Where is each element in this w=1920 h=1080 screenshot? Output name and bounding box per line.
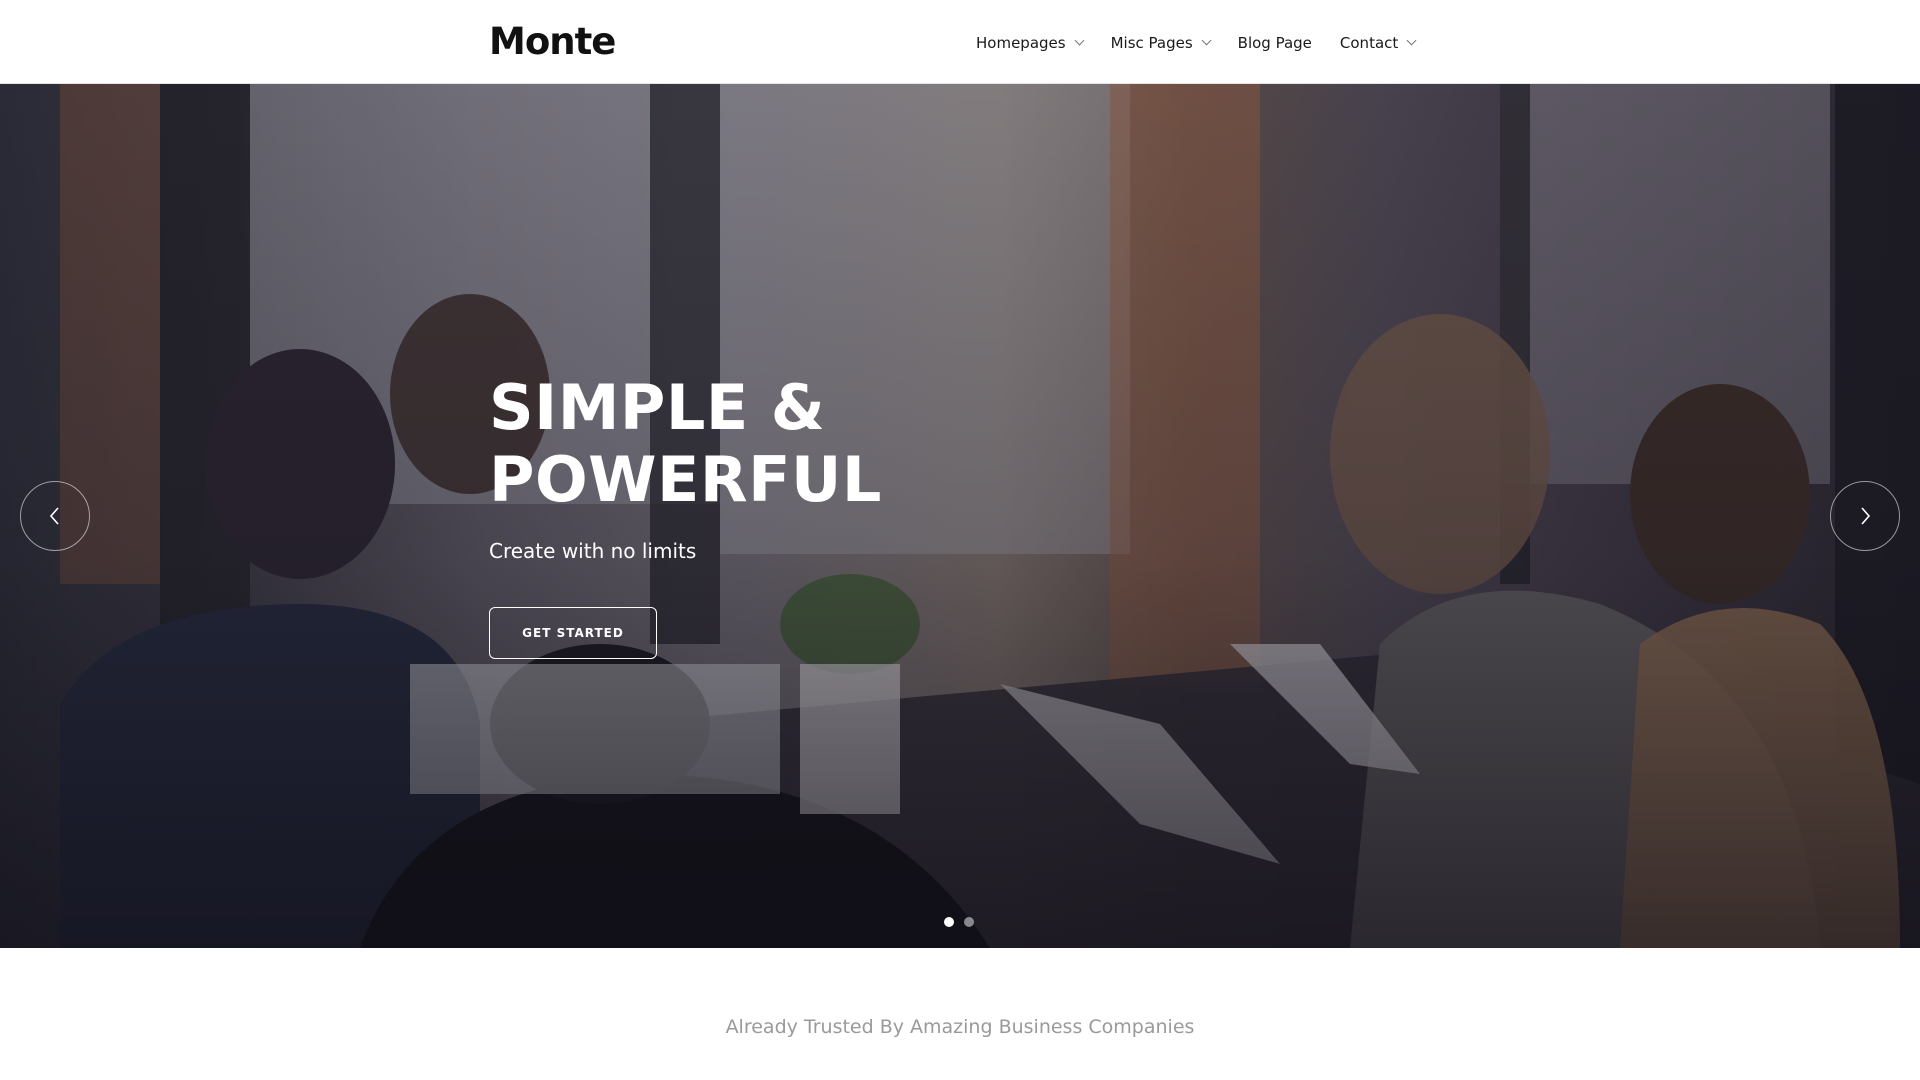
- hero-title-line: SIMPLE &: [489, 371, 826, 444]
- hero-title-line: POWERFUL: [489, 443, 882, 516]
- chevron-down-icon: [1406, 35, 1417, 46]
- chevron-left-icon: [49, 507, 59, 525]
- nav-item-label: Misc Pages: [1110, 34, 1193, 52]
- trusted-heading: Already Trusted By Amazing Business Comp…: [725, 1016, 1195, 1038]
- main-nav: Homepages Misc Pages Blog Page Contact: [976, 34, 1443, 52]
- nav-item-label: Contact: [1339, 34, 1399, 52]
- nav-item-homepages[interactable]: Homepages: [976, 34, 1085, 52]
- chevron-down-icon: [1201, 35, 1212, 46]
- slider-next-button[interactable]: [1830, 481, 1900, 551]
- slider-dot-2[interactable]: [964, 917, 974, 927]
- site-logo[interactable]: Monte: [489, 20, 616, 63]
- hero-title: SIMPLE & POWERFUL: [489, 372, 1109, 516]
- nav-item-contact[interactable]: Contact: [1339, 34, 1417, 52]
- hero-overlay: [0, 84, 1920, 948]
- chevron-right-icon: [1861, 507, 1871, 525]
- get-started-button[interactable]: GET STARTED: [489, 607, 657, 659]
- slider-dot-1[interactable]: [944, 917, 954, 927]
- slider-prev-button[interactable]: [20, 481, 90, 551]
- nav-item-label: Homepages: [976, 34, 1066, 52]
- nav-item-blog-page[interactable]: Blog Page: [1238, 34, 1312, 52]
- nav-item-label: Blog Page: [1237, 34, 1312, 52]
- hero-subtitle: Create with no limits: [489, 539, 697, 563]
- nav-item-misc-pages[interactable]: Misc Pages: [1110, 34, 1212, 52]
- site-header: Monte Homepages Misc Pages Blog Page Con…: [0, 0, 1920, 84]
- slider-pagination: [944, 917, 974, 927]
- chevron-down-icon: [1074, 35, 1085, 46]
- hero-slider: SIMPLE & POWERFUL Create with no limits …: [0, 84, 1920, 948]
